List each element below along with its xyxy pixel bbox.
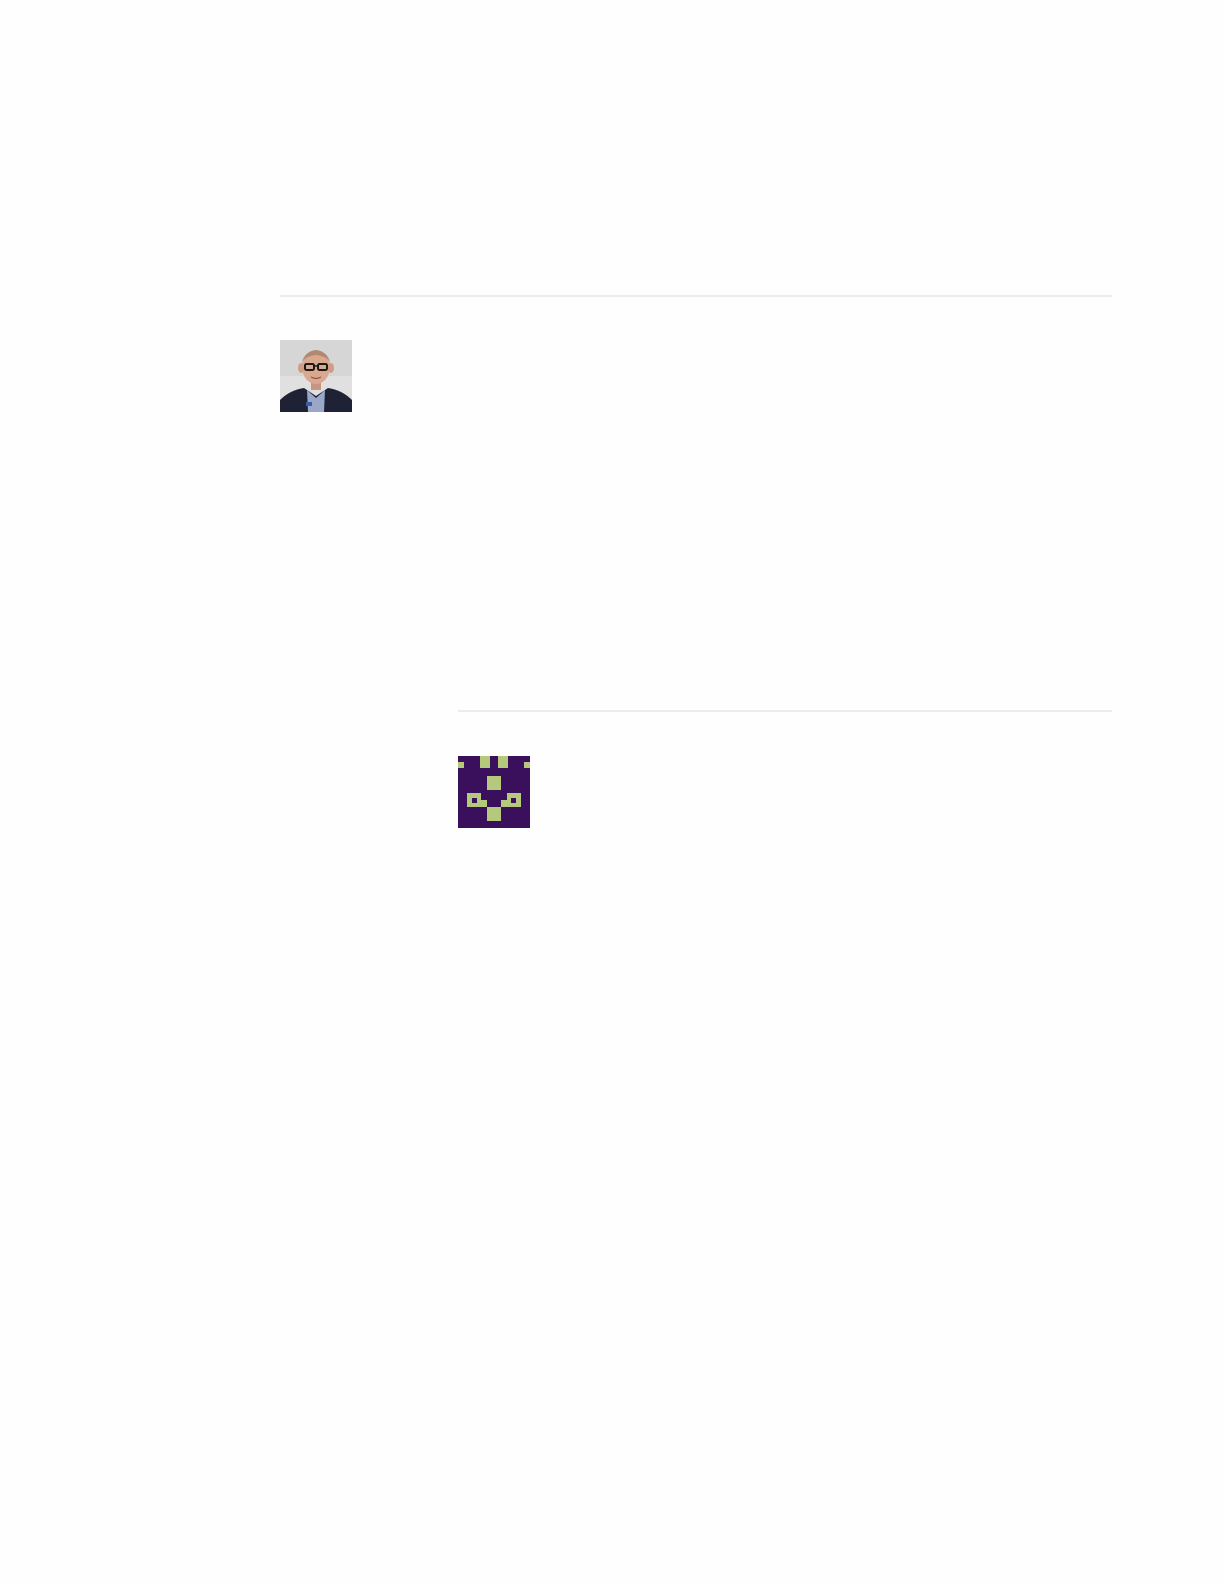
user-photo-icon	[280, 340, 352, 412]
comment-author-avatar[interactable]	[280, 340, 352, 412]
identicon-icon	[458, 756, 530, 828]
comments-top-divider	[280, 295, 1112, 297]
reply-divider	[458, 710, 1112, 712]
reply-author-avatar[interactable]	[458, 756, 530, 828]
